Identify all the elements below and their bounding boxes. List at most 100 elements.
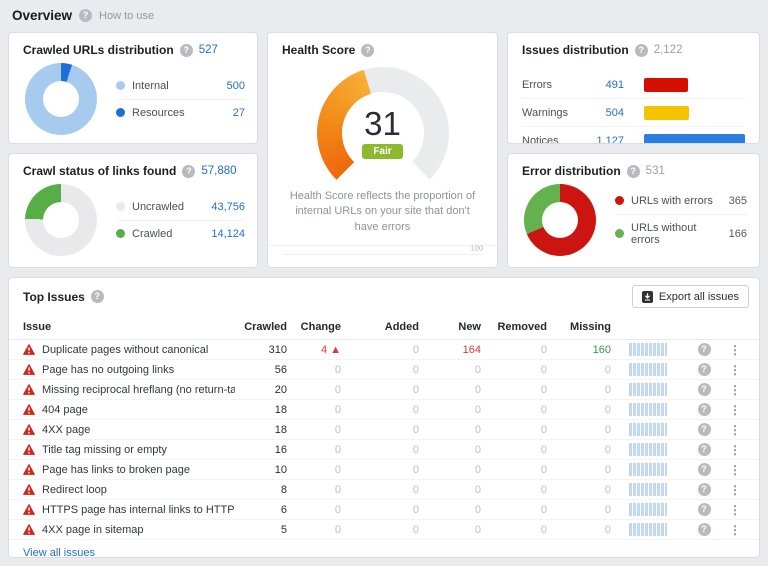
resources-dot-icon xyxy=(116,108,125,117)
issue-name-link[interactable]: 4XX page in sitemap xyxy=(42,524,144,536)
health-score-trend-chart: 100 50 0 10 Apr12 Apr14 Apr16 Apr18 Apr xyxy=(282,243,483,267)
no-errors-dot-icon xyxy=(615,229,624,238)
error-triangle-icon xyxy=(23,344,35,355)
legend-item-urls-with-errors: URLs with errors 365 xyxy=(615,188,747,214)
help-icon[interactable]: ? xyxy=(697,443,711,456)
distribution-row: Warnings 504 xyxy=(522,99,745,127)
error-distribution-donut-chart xyxy=(524,184,596,256)
help-icon[interactable]: ? xyxy=(90,290,104,303)
missing-value: 0 xyxy=(604,403,611,416)
removed-value: 0 xyxy=(540,383,547,396)
help-icon[interactable]: ? xyxy=(79,9,93,22)
help-icon[interactable]: ? xyxy=(697,363,711,376)
help-icon[interactable]: ? xyxy=(626,164,640,178)
legend-label: Resources xyxy=(132,106,185,119)
help-icon[interactable]: ? xyxy=(179,43,193,57)
health-score-gauge: 31 Fair xyxy=(316,67,449,199)
crawled-count-link[interactable]: 14,124 xyxy=(211,228,245,240)
uncrawled-count-link[interactable]: 43,756 xyxy=(211,201,245,213)
issue-name-link[interactable]: Missing reciprocal hreflang (no return-t… xyxy=(42,384,235,396)
issue-trend-sparkline xyxy=(629,503,667,516)
health-score-rating-badge: Fair xyxy=(362,144,403,159)
resources-count-link[interactable]: 27 xyxy=(233,107,245,119)
help-icon[interactable]: ? xyxy=(697,503,711,516)
crawled-value: 56 xyxy=(274,363,287,376)
kebab-menu-icon[interactable]: ⋮ xyxy=(723,424,747,436)
kebab-menu-icon[interactable]: ⋮ xyxy=(723,464,747,476)
issue-name-link[interactable]: 404 page xyxy=(42,404,88,416)
error-triangle-icon xyxy=(23,364,35,375)
distribution-count-link[interactable]: 1,127 xyxy=(582,135,628,143)
crawled-value: 5 xyxy=(280,523,287,536)
issue-name-link[interactable]: Redirect loop xyxy=(42,484,107,496)
issue-name-link[interactable]: Page has no outgoing links xyxy=(42,364,174,376)
table-row[interactable]: Redirect loop 8 0 0 0 0 0 ? ⋮ xyxy=(9,480,759,500)
distribution-count-link[interactable]: 504 xyxy=(582,107,628,119)
table-row[interactable]: 404 page 18 0 0 0 0 0 ? ⋮ xyxy=(9,400,759,420)
table-row[interactable]: Missing reciprocal hreflang (no return-t… xyxy=(9,380,759,400)
distribution-bar xyxy=(644,105,690,120)
table-row[interactable]: Duplicate pages without canonical 310 4 … xyxy=(9,340,759,360)
help-icon[interactable]: ? xyxy=(697,523,711,536)
help-icon[interactable]: ? xyxy=(697,383,711,396)
kebab-menu-icon[interactable]: ⋮ xyxy=(723,344,747,356)
added-value: 0 xyxy=(412,363,419,376)
kebab-menu-icon[interactable]: ⋮ xyxy=(723,524,747,536)
internal-count-link[interactable]: 500 xyxy=(227,80,245,92)
missing-value: 0 xyxy=(604,443,611,456)
export-icon xyxy=(641,290,653,303)
removed-value: 0 xyxy=(540,503,547,516)
legend-label: Uncrawled xyxy=(132,200,184,213)
issue-trend-sparkline xyxy=(629,363,667,376)
crawled-urls-donut-chart xyxy=(25,63,97,135)
issue-name-link[interactable]: Title tag missing or empty xyxy=(42,444,167,456)
removed-value: 0 xyxy=(540,523,547,536)
urls-without-errors-count: 166 xyxy=(728,227,747,240)
table-row[interactable]: HTTPS page has internal links to HTTP 6 … xyxy=(9,500,759,520)
error-distribution-total: 531 xyxy=(645,165,665,177)
col-change: Change xyxy=(300,320,341,333)
kebab-menu-icon[interactable]: ⋮ xyxy=(723,504,747,516)
how-to-use-link[interactable]: How to use xyxy=(99,10,154,22)
kebab-menu-icon[interactable]: ⋮ xyxy=(723,404,747,416)
help-icon[interactable]: ? xyxy=(361,43,375,57)
distribution-bar xyxy=(644,134,745,143)
help-icon[interactable]: ? xyxy=(697,403,711,416)
kebab-menu-icon[interactable]: ⋮ xyxy=(723,364,747,376)
page-title: Overview xyxy=(12,8,73,23)
distribution-label: Errors xyxy=(522,78,552,91)
issue-name-link[interactable]: HTTPS page has internal links to HTTP xyxy=(42,504,235,516)
view-all-issues-link[interactable]: View all issues xyxy=(9,540,95,557)
table-row[interactable]: Page has no outgoing links 56 0 0 0 0 0 … xyxy=(9,360,759,380)
kebab-menu-icon[interactable]: ⋮ xyxy=(723,384,747,396)
help-icon[interactable]: ? xyxy=(697,343,711,356)
help-icon[interactable]: ? xyxy=(697,483,711,496)
issue-name-link[interactable]: Page has links to broken page xyxy=(42,464,190,476)
urls-with-errors-count: 365 xyxy=(728,194,747,207)
issue-trend-sparkline xyxy=(629,443,667,456)
health-score-card: Health Score ? 31 Fair Health Score refl… xyxy=(267,32,498,268)
kebab-menu-icon[interactable]: ⋮ xyxy=(723,444,747,456)
crawled-urls-total-link[interactable]: 527 xyxy=(199,44,218,56)
legend-label: Internal xyxy=(132,79,169,92)
issue-name-link[interactable]: Duplicate pages without canonical xyxy=(42,344,208,356)
help-icon[interactable]: ? xyxy=(182,164,196,178)
help-icon[interactable]: ? xyxy=(634,43,648,57)
table-row[interactable]: Title tag missing or empty 16 0 0 0 0 0 … xyxy=(9,440,759,460)
table-row[interactable]: 4XX page in sitemap 5 0 0 0 0 0 ? ⋮ xyxy=(9,520,759,540)
error-distribution-card: Error distribution ? 531 URLs with error… xyxy=(507,153,760,268)
distribution-count-link[interactable]: 491 xyxy=(582,79,628,91)
help-icon[interactable]: ? xyxy=(697,423,711,436)
new-value: 0 xyxy=(474,363,481,376)
error-distribution-title: Error distribution xyxy=(522,164,621,178)
kebab-menu-icon[interactable]: ⋮ xyxy=(723,484,747,496)
help-icon[interactable]: ? xyxy=(697,463,711,476)
crawled-value: 20 xyxy=(274,383,287,396)
table-row[interactable]: 4XX page 18 0 0 0 0 0 ? ⋮ xyxy=(9,420,759,440)
export-all-issues-button[interactable]: Export all issues xyxy=(631,285,749,308)
export-button-label: Export all issues xyxy=(658,290,739,303)
issue-name-link[interactable]: 4XX page xyxy=(42,424,90,436)
removed-value: 0 xyxy=(540,423,547,436)
table-row[interactable]: Page has links to broken page 10 0 0 0 0… xyxy=(9,460,759,480)
crawl-status-total-link[interactable]: 57,880 xyxy=(201,165,236,177)
